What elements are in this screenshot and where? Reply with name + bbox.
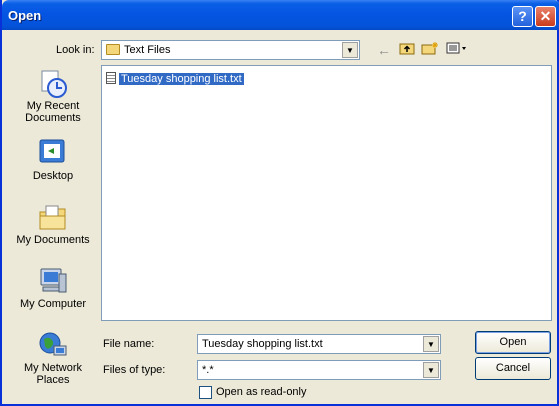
place-label: My Recent Documents (25, 100, 81, 124)
open-dialog: Open ? ✕ Look in: Text Files ▼ ← My Rece… (0, 0, 559, 406)
title-bar[interactable]: Open ? ✕ (2, 0, 559, 30)
chevron-down-icon[interactable]: ▼ (423, 362, 439, 378)
file-name-input[interactable]: Tuesday shopping list.txt ▼ (197, 334, 441, 354)
views-icon[interactable] (444, 40, 470, 60)
read-only-checkbox[interactable] (199, 386, 212, 399)
place-desktop[interactable]: Desktop (10, 138, 96, 182)
file-item[interactable]: Tuesday shopping list.txt (106, 72, 244, 85)
look-in-value: Text Files (124, 44, 171, 56)
recent-documents-icon (37, 68, 69, 98)
files-of-type-select[interactable]: *.* ▼ (197, 360, 441, 380)
cancel-button[interactable]: Cancel (475, 357, 551, 380)
up-folder-icon[interactable] (397, 40, 417, 60)
look-in-select[interactable]: Text Files ▼ (101, 40, 360, 60)
help-button[interactable]: ? (512, 6, 533, 27)
files-of-type-label: Files of type: (103, 364, 166, 376)
file-name-value: Tuesday shopping list.txt (202, 338, 323, 350)
look-in-label: Look in: (56, 44, 95, 56)
desktop-icon (37, 138, 69, 168)
my-computer-icon (37, 266, 69, 296)
place-my-recent-documents[interactable]: My Recent Documents (10, 68, 96, 124)
place-label: My Documents (16, 234, 90, 246)
place-my-computer[interactable]: My Computer (10, 266, 96, 310)
read-only-label: Open as read-only (216, 386, 307, 398)
place-my-documents[interactable]: My Documents (10, 202, 96, 246)
file-name: Tuesday shopping list.txt (119, 73, 244, 85)
place-label: My Network Places (23, 362, 83, 386)
new-folder-icon[interactable] (420, 40, 440, 60)
open-button[interactable]: Open (475, 331, 551, 354)
place-my-network-places[interactable]: My Network Places (10, 330, 96, 386)
chevron-down-icon[interactable]: ▼ (342, 42, 358, 58)
close-button[interactable]: ✕ (535, 6, 556, 27)
my-documents-icon (37, 202, 69, 232)
files-of-type-value: *.* (202, 364, 214, 376)
chevron-down-icon[interactable]: ▼ (423, 336, 439, 352)
place-label: My Computer (19, 298, 87, 310)
file-name-label: File name: (103, 338, 155, 350)
folder-icon (106, 44, 120, 55)
network-places-icon (37, 330, 69, 360)
file-list[interactable]: Tuesday shopping list.txt (101, 65, 552, 321)
place-label: Desktop (32, 170, 74, 182)
text-file-icon (106, 72, 116, 84)
dialog-title: Open (8, 8, 42, 23)
back-icon[interactable]: ← (374, 40, 394, 60)
